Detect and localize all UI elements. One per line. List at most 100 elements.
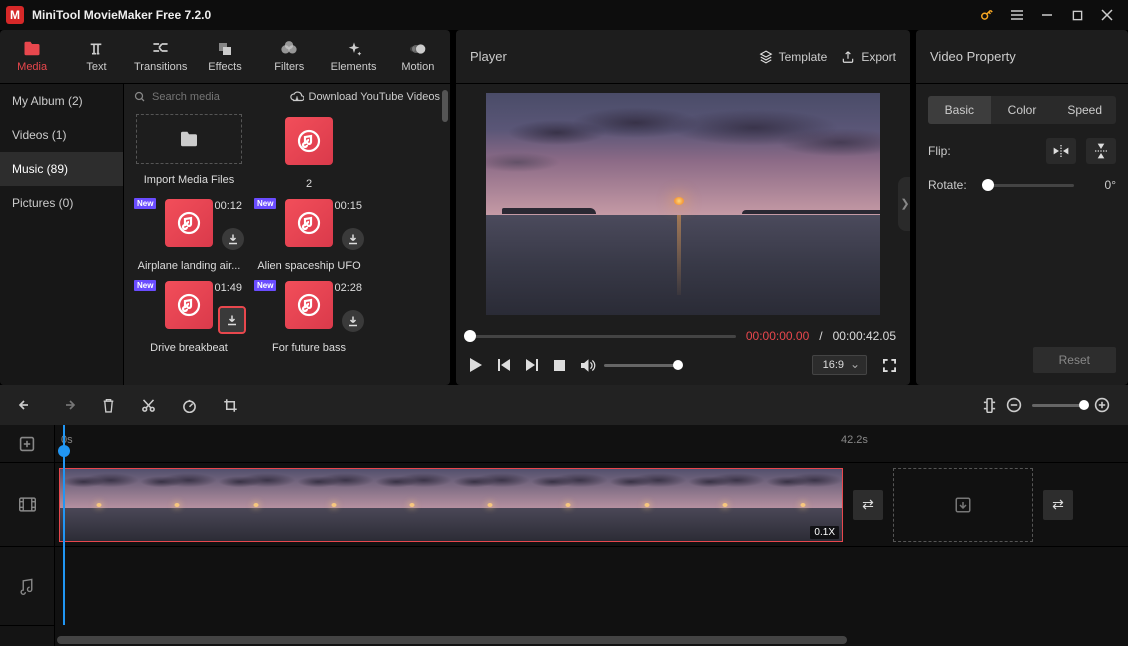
titlebar: M MiniTool MovieMaker Free 7.2.0 [0, 0, 1128, 30]
media-tile[interactable]: 2 [254, 114, 364, 196]
music-thumb: New 01:49 [134, 278, 244, 332]
template-button[interactable]: Template [759, 50, 828, 64]
tab-text[interactable]: Text [64, 30, 128, 83]
volume-icon[interactable] [581, 359, 596, 372]
zoom-slider[interactable] [1032, 404, 1084, 407]
import-media-tile[interactable]: Import Media Files [134, 114, 244, 196]
motion-icon [410, 41, 426, 59]
tab-motion[interactable]: Motion [386, 30, 450, 83]
time-total: 00:00:42.05 [833, 329, 896, 343]
maximize-icon[interactable] [1062, 3, 1092, 27]
media-tile-label: Drive breakbeat [134, 342, 244, 354]
stop-button[interactable] [554, 360, 565, 371]
music-note-icon [285, 199, 333, 247]
add-track-button[interactable] [0, 425, 54, 463]
rotate-slider[interactable] [988, 184, 1074, 187]
tab-effects[interactable]: Effects [193, 30, 257, 83]
close-icon[interactable] [1092, 3, 1122, 27]
tab-motion-label: Motion [401, 61, 434, 73]
tab-effects-label: Effects [208, 61, 241, 73]
search-input[interactable] [150, 90, 240, 104]
app-logo: M [6, 6, 24, 24]
play-button[interactable] [470, 358, 482, 372]
prev-button[interactable] [498, 359, 510, 371]
media-tile[interactable]: New 01:49 Drive breakbeat [134, 278, 244, 360]
download-youtube-label: Download YouTube Videos [309, 91, 441, 103]
duration-label: 00:15 [334, 200, 362, 212]
media-tile-label: Import Media Files [134, 174, 244, 186]
swap-left-button[interactable]: ⇄ [853, 490, 883, 520]
prop-tab-basic[interactable]: Basic [928, 96, 991, 124]
zoom-in-button[interactable] [1094, 397, 1110, 413]
timeline-h-scrollbar[interactable] [55, 636, 1128, 644]
swap-right-button[interactable]: ⇄ [1043, 490, 1073, 520]
music-thumb [254, 114, 364, 168]
redo-button[interactable] [60, 398, 76, 412]
volume-slider[interactable] [604, 364, 678, 367]
speed-button[interactable] [182, 398, 197, 413]
tab-transitions[interactable]: Transitions [129, 30, 193, 83]
flip-v-button[interactable] [1086, 138, 1116, 164]
media-tile[interactable]: New 00:12 Airplane landing air... [134, 196, 244, 278]
playhead[interactable] [63, 425, 65, 625]
download-button[interactable] [342, 228, 364, 250]
undo-button[interactable] [18, 398, 34, 412]
duration-label: 00:12 [214, 200, 242, 212]
sidebar-item-1[interactable]: Videos (1) [0, 118, 123, 152]
minimize-icon[interactable] [1032, 3, 1062, 27]
download-button[interactable] [342, 310, 364, 332]
music-note-icon [285, 117, 333, 165]
ruler-end: 42.2s [841, 434, 868, 446]
seek-slider[interactable] [470, 335, 736, 338]
properties-panel: Video Property BasicColorSpeed Flip: Rot… [916, 30, 1128, 385]
new-badge: New [254, 198, 276, 209]
cut-button[interactable] [141, 398, 156, 413]
download-youtube-link[interactable]: Download YouTube Videos [290, 91, 441, 103]
media-tile-label: 2 [254, 178, 364, 190]
sidebar-item-3[interactable]: Pictures (0) [0, 186, 123, 220]
expand-handle[interactable]: ❯ [898, 177, 910, 231]
export-button[interactable]: Export [841, 50, 896, 64]
reset-button[interactable]: Reset [1033, 347, 1116, 373]
upgrade-icon[interactable] [972, 3, 1002, 27]
prop-tab-color[interactable]: Color [991, 96, 1054, 124]
media-tile[interactable]: New 00:15 Alien spaceship UFO [254, 196, 364, 278]
timeline-toolbar [0, 385, 1128, 425]
sidebar-item-2[interactable]: Music (89) [0, 152, 123, 186]
menu-icon[interactable] [1002, 3, 1032, 27]
library-toolbar: MediaTextTransitions Effects FiltersElemen… [0, 30, 450, 84]
crop-button[interactable] [223, 398, 238, 413]
search-icon [134, 91, 146, 103]
next-button[interactable] [526, 359, 538, 371]
player-panel: Player Template Export [456, 30, 910, 385]
video-clip[interactable]: 0.1X [59, 468, 843, 542]
video-track[interactable]: 0.1X ⇄ ⇄ [55, 463, 1128, 547]
timeline-ruler[interactable]: 0s 42.2s [55, 425, 1128, 463]
prop-tab-speed[interactable]: Speed [1053, 96, 1116, 124]
aspect-ratio-select[interactable]: 16:9 [812, 355, 867, 375]
search-wrap [134, 90, 282, 104]
flip-h-button[interactable] [1046, 138, 1076, 164]
properties-tabs: BasicColorSpeed [928, 96, 1116, 124]
tab-filters[interactable]: Filters [257, 30, 321, 83]
new-badge: New [134, 280, 156, 291]
audio-track[interactable] [55, 547, 1128, 609]
tab-elements[interactable]: Elements [321, 30, 385, 83]
template-icon [759, 50, 773, 64]
folder-icon [23, 41, 41, 59]
media-scrollbar[interactable] [442, 90, 448, 122]
placeholder-clip[interactable] [893, 468, 1033, 542]
aspect-ratio-value: 16:9 [823, 359, 844, 371]
preview [486, 93, 880, 315]
fullscreen-button[interactable] [883, 359, 896, 372]
tab-media[interactable]: Media [0, 30, 64, 83]
download-button[interactable] [220, 308, 244, 332]
media-tile[interactable]: New 02:28 For future bass [254, 278, 364, 360]
zoom-out-button[interactable] [1006, 397, 1022, 413]
delete-button[interactable] [102, 398, 115, 413]
media-tile-label: Alien spaceship UFO [254, 260, 364, 272]
download-button[interactable] [222, 228, 244, 250]
sidebar-item-0[interactable]: My Album (2) [0, 84, 123, 118]
template-label: Template [779, 50, 828, 64]
snap-icon[interactable] [983, 398, 996, 413]
